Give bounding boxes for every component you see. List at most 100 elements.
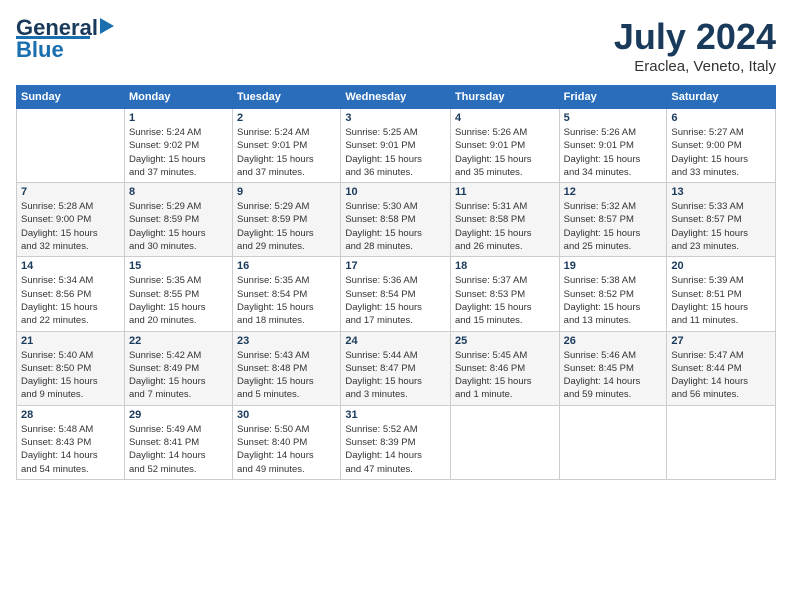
calendar-cell: 20Sunrise: 5:39 AM Sunset: 8:51 PM Dayli… (667, 257, 776, 331)
day-number: 16 (237, 260, 336, 272)
header-row: Sunday Monday Tuesday Wednesday Thursday… (17, 86, 776, 109)
day-info: Sunrise: 5:29 AM Sunset: 8:59 PM Dayligh… (129, 200, 228, 253)
calendar-cell: 8 Sunrise: 5:29 AM Sunset: 8:59 PM Daylig… (124, 183, 232, 257)
calendar-cell (559, 405, 667, 479)
day-info: Sunrise: 5:24 AM Sunset: 9:01 PM Dayligh… (237, 126, 336, 179)
logo-general: General (16, 16, 98, 40)
day-number: 1 (129, 112, 228, 124)
page: General Blue July 2024 Eraclea, Veneto, … (0, 0, 792, 612)
day-number: 9 (237, 186, 336, 198)
calendar-cell: 3Sunrise: 5:25 AM Sunset: 9:01 PM Daylig… (341, 109, 451, 183)
day-info: Sunrise: 5:35 AM Sunset: 8:54 PM Dayligh… (237, 274, 336, 327)
day-number: 5 (564, 112, 663, 124)
week-row-4: 21 Sunrise: 5:40 AM Sunset: 8:50 PM Dayli… (17, 331, 776, 405)
day-info: Sunrise: 5:36 AM Sunset: 8:54 PM Dayligh… (345, 274, 446, 327)
day-number: 27 (671, 335, 771, 347)
day-info: Sunrise: 5:29 AM Sunset: 8:59 PM Dayligh… (237, 200, 336, 253)
calendar-cell: 13 Sunrise: 5:33 AM Sunset: 8:57 PM Dayli… (667, 183, 776, 257)
day-info: Sunrise: 5:35 AM Sunset: 8:55 PM Dayligh… (129, 274, 228, 327)
day-info: Sunrise: 5:43 AM Sunset: 8:48 PM Dayligh… (237, 349, 336, 402)
calendar-cell: 31 Sunrise: 5:52 AM Sunset: 8:39 PM Dayli… (341, 405, 451, 479)
day-info: Sunrise: 5:33 AM Sunset: 8:57 PM Dayligh… (671, 200, 771, 253)
week-row-1: 1 Sunrise: 5:24 AM Sunset: 9:02 PM Daylig… (17, 109, 776, 183)
calendar-cell: 24 Sunrise: 5:44 AM Sunset: 8:47 PM Dayli… (341, 331, 451, 405)
calendar-cell: 28 Sunrise: 5:48 AM Sunset: 8:43 PM Dayli… (17, 405, 125, 479)
day-number: 24 (345, 335, 446, 347)
day-info: Sunrise: 5:25 AM Sunset: 9:01 PM Dayligh… (345, 126, 446, 179)
calendar-cell: 30 Sunrise: 5:50 AM Sunset: 8:40 PM Dayli… (233, 405, 341, 479)
col-sunday: Sunday (17, 86, 125, 109)
calendar-cell: 4 Sunrise: 5:26 AM Sunset: 9:01 PM Daylig… (450, 109, 559, 183)
day-info: Sunrise: 5:39 AM Sunset: 8:51 PM Dayligh… (671, 274, 771, 327)
calendar-cell: 5 Sunrise: 5:26 AM Sunset: 9:01 PM Daylig… (559, 109, 667, 183)
logo: General Blue (16, 16, 120, 63)
title-block: July 2024 Eraclea, Veneto, Italy (614, 16, 776, 75)
calendar-cell: 2 Sunrise: 5:24 AM Sunset: 9:01 PM Daylig… (233, 109, 341, 183)
day-number: 4 (455, 112, 555, 124)
col-saturday: Saturday (667, 86, 776, 109)
calendar-cell: 6Sunrise: 5:27 AM Sunset: 9:00 PM Daylig… (667, 109, 776, 183)
day-number: 21 (21, 335, 120, 347)
day-number: 28 (21, 409, 120, 421)
day-info: Sunrise: 5:27 AM Sunset: 9:00 PM Dayligh… (671, 126, 771, 179)
day-info: Sunrise: 5:50 AM Sunset: 8:40 PM Dayligh… (237, 423, 336, 476)
day-number: 15 (129, 260, 228, 272)
day-info: Sunrise: 5:24 AM Sunset: 9:02 PM Dayligh… (129, 126, 228, 179)
calendar-cell: 25 Sunrise: 5:45 AM Sunset: 8:46 PM Dayli… (450, 331, 559, 405)
calendar-cell: 7 Sunrise: 5:28 AM Sunset: 9:00 PM Daylig… (17, 183, 125, 257)
day-info: Sunrise: 5:45 AM Sunset: 8:46 PM Dayligh… (455, 349, 555, 402)
calendar-cell: 26Sunrise: 5:46 AM Sunset: 8:45 PM Dayli… (559, 331, 667, 405)
col-tuesday: Tuesday (233, 86, 341, 109)
day-number: 18 (455, 260, 555, 272)
calendar-cell: 27Sunrise: 5:47 AM Sunset: 8:44 PM Dayli… (667, 331, 776, 405)
day-number: 8 (129, 186, 228, 198)
calendar-cell: 10 Sunrise: 5:30 AM Sunset: 8:58 PM Dayli… (341, 183, 451, 257)
calendar-cell (667, 405, 776, 479)
calendar-cell: 18 Sunrise: 5:37 AM Sunset: 8:53 PM Dayli… (450, 257, 559, 331)
logo-arrow-icon (100, 16, 120, 36)
calendar-cell: 9 Sunrise: 5:29 AM Sunset: 8:59 PM Daylig… (233, 183, 341, 257)
day-number: 30 (237, 409, 336, 421)
calendar-cell: 12 Sunrise: 5:32 AM Sunset: 8:57 PM Dayli… (559, 183, 667, 257)
calendar-cell: 1 Sunrise: 5:24 AM Sunset: 9:02 PM Daylig… (124, 109, 232, 183)
day-number: 17 (345, 260, 446, 272)
calendar-cell: 17 Sunrise: 5:36 AM Sunset: 8:54 PM Dayli… (341, 257, 451, 331)
day-number: 10 (345, 186, 446, 198)
calendar-cell (17, 109, 125, 183)
calendar-cell: 15 Sunrise: 5:35 AM Sunset: 8:55 PM Dayli… (124, 257, 232, 331)
day-number: 7 (21, 186, 120, 198)
calendar-cell: 21 Sunrise: 5:40 AM Sunset: 8:50 PM Dayli… (17, 331, 125, 405)
day-info: Sunrise: 5:48 AM Sunset: 8:43 PM Dayligh… (21, 423, 120, 476)
calendar-cell: 29Sunrise: 5:49 AM Sunset: 8:41 PM Dayli… (124, 405, 232, 479)
day-info: Sunrise: 5:32 AM Sunset: 8:57 PM Dayligh… (564, 200, 663, 253)
day-number: 2 (237, 112, 336, 124)
day-info: Sunrise: 5:37 AM Sunset: 8:53 PM Dayligh… (455, 274, 555, 327)
calendar-cell: 11Sunrise: 5:31 AM Sunset: 8:58 PM Dayli… (450, 183, 559, 257)
day-number: 23 (237, 335, 336, 347)
col-friday: Friday (559, 86, 667, 109)
header: General Blue July 2024 Eraclea, Veneto, … (16, 16, 776, 75)
logo-blue: Blue (16, 37, 64, 63)
day-number: 29 (129, 409, 228, 421)
day-number: 13 (671, 186, 771, 198)
calendar-cell: 14Sunrise: 5:34 AM Sunset: 8:56 PM Dayli… (17, 257, 125, 331)
day-info: Sunrise: 5:42 AM Sunset: 8:49 PM Dayligh… (129, 349, 228, 402)
day-info: Sunrise: 5:44 AM Sunset: 8:47 PM Dayligh… (345, 349, 446, 402)
day-info: Sunrise: 5:26 AM Sunset: 9:01 PM Dayligh… (564, 126, 663, 179)
col-monday: Monday (124, 86, 232, 109)
week-row-2: 7 Sunrise: 5:28 AM Sunset: 9:00 PM Daylig… (17, 183, 776, 257)
day-info: Sunrise: 5:30 AM Sunset: 8:58 PM Dayligh… (345, 200, 446, 253)
calendar-cell: 19Sunrise: 5:38 AM Sunset: 8:52 PM Dayli… (559, 257, 667, 331)
day-number: 31 (345, 409, 446, 421)
day-info: Sunrise: 5:52 AM Sunset: 8:39 PM Dayligh… (345, 423, 446, 476)
day-number: 12 (564, 186, 663, 198)
calendar-subtitle: Eraclea, Veneto, Italy (614, 58, 776, 75)
day-number: 19 (564, 260, 663, 272)
day-info: Sunrise: 5:28 AM Sunset: 9:00 PM Dayligh… (21, 200, 120, 253)
calendar-cell: 23 Sunrise: 5:43 AM Sunset: 8:48 PM Dayli… (233, 331, 341, 405)
day-number: 25 (455, 335, 555, 347)
day-info: Sunrise: 5:26 AM Sunset: 9:01 PM Dayligh… (455, 126, 555, 179)
calendar-table: Sunday Monday Tuesday Wednesday Thursday… (16, 85, 776, 480)
day-info: Sunrise: 5:40 AM Sunset: 8:50 PM Dayligh… (21, 349, 120, 402)
calendar-cell: 22Sunrise: 5:42 AM Sunset: 8:49 PM Dayli… (124, 331, 232, 405)
